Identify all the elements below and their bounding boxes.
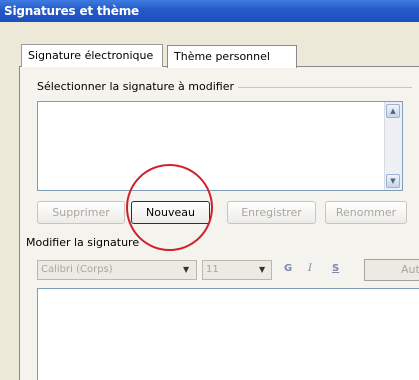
signature-list[interactable]: ▲ ▼ <box>37 101 403 191</box>
underline-button[interactable]: S <box>332 263 339 274</box>
scroll-down-icon[interactable]: ▼ <box>386 174 400 188</box>
align-select-value: Aut <box>401 263 419 276</box>
size-select-value: 11 <box>206 264 219 275</box>
tab-theme-label: Thème personnel <box>174 50 270 63</box>
tab-theme[interactable]: Thème personnel <box>167 45 297 68</box>
window-title: Signatures et thème <box>4 4 139 18</box>
list-scrollbar[interactable]: ▲ ▼ <box>384 102 402 190</box>
size-select[interactable]: 11 ▼ <box>202 260 272 280</box>
italic-button[interactable]: I <box>308 263 312 274</box>
chevron-down-icon: ▼ <box>183 265 190 274</box>
delete-button[interactable]: Supprimer <box>37 201 125 224</box>
group-divider <box>222 87 412 88</box>
scroll-up-icon[interactable]: ▲ <box>386 104 400 118</box>
edit-signature-label: Modifier la signature <box>26 236 140 249</box>
tab-signature-label: Signature électronique <box>28 49 154 62</box>
tab-signature[interactable]: Signature électronique <box>21 44 163 67</box>
signatures-dialog: Signatures et thème Signature électroniq… <box>0 0 419 380</box>
bold-button[interactable]: G <box>284 263 292 274</box>
align-select[interactable]: Aut <box>364 259 419 281</box>
chevron-down-icon: ▼ <box>259 265 266 274</box>
title-bar: Signatures et thème <box>0 0 419 22</box>
signature-editor[interactable] <box>37 288 419 380</box>
font-select[interactable]: Calibri (Corps) ▼ <box>37 260 197 280</box>
select-signature-label: Sélectionner la signature à modifier <box>37 80 238 93</box>
font-select-value: Calibri (Corps) <box>41 264 113 275</box>
save-button[interactable]: Enregistrer <box>227 201 316 224</box>
rename-button[interactable]: Renommer <box>325 201 407 224</box>
